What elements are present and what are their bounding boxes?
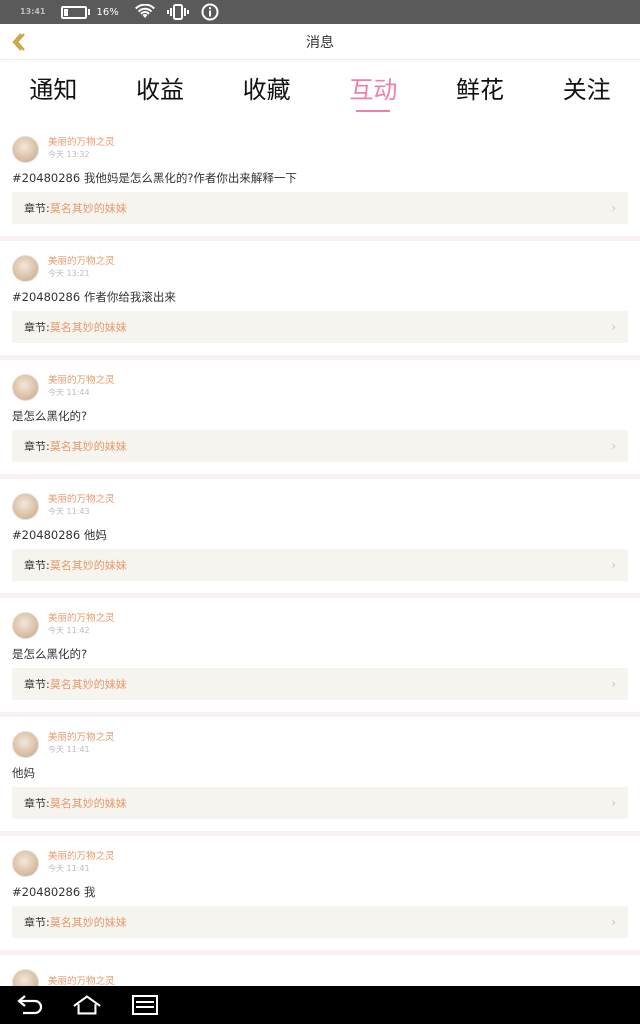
message-time: 今天 11:41 [48, 864, 90, 873]
message-card: 美丽的万物之灵 今天 13:32 #20480286 我他妈是怎么黑化的?作者你出… [0, 122, 640, 236]
active-tab-indicator [356, 110, 391, 112]
message-time: 今天 13:32 [48, 150, 90, 159]
message-card: 美丽的万物之灵 今天 11:43 #20480286 他妈 章节: 莫名其妙的妹妹 › [0, 479, 640, 593]
back-button[interactable] [6, 30, 30, 54]
username[interactable]: 美丽的万物之灵 [48, 256, 115, 268]
chevron-right-icon: › [611, 320, 616, 334]
chapter-name: 莫名其妙的妹妹 [49, 797, 127, 810]
tab-favorites[interactable]: 收藏 [213, 60, 320, 122]
avatar[interactable] [12, 611, 39, 639]
home-nav-button[interactable] [72, 990, 102, 1020]
message-card: 美丽的万物之灵 今天 11:41 他妈 章节: 莫名其妙的妹妹 › [0, 717, 640, 831]
avatar[interactable] [12, 254, 39, 282]
avatar[interactable] [12, 373, 39, 401]
message-list[interactable]: 美丽的万物之灵 今天 13:32 #20480286 我他妈是怎么黑化的?作者你出… [0, 122, 640, 986]
chevron-left-icon [12, 33, 25, 51]
message-content[interactable]: #20480286 他妈 [12, 525, 628, 547]
tab-flowers[interactable]: 鲜花 [427, 60, 534, 122]
back-arrow-icon [17, 995, 43, 1015]
chapter-prefix: 章节: [24, 321, 50, 334]
message-content[interactable]: 他妈 [12, 763, 628, 785]
username[interactable]: 美丽的万物之灵 [48, 976, 115, 986]
message-card: 美丽的万物之灵 今天 13:21 #20480286 作者你给我滚出来 章节: 莫名… [0, 241, 640, 355]
chapter-link[interactable]: 章节: 莫名其妙的妹妹 › [12, 787, 628, 819]
chevron-right-icon: › [611, 558, 616, 572]
message-time: 今天 11:44 [48, 388, 90, 397]
avatar[interactable] [12, 730, 39, 758]
vibrate-icon [166, 4, 189, 20]
username[interactable]: 美丽的万物之灵 [48, 137, 115, 149]
status-time: 13:41 [20, 7, 46, 16]
chapter-name: 莫名其妙的妹妹 [49, 916, 127, 929]
message-content[interactable]: #20480286 我他妈是怎么黑化的?作者你出来解释一下 [12, 168, 628, 190]
message-card: 美丽的万物之灵 [0, 955, 640, 986]
username[interactable]: 美丽的万物之灵 [48, 851, 115, 863]
avatar[interactable] [12, 849, 39, 877]
status-bar: 13:41 16% [0, 0, 640, 24]
chapter-prefix: 章节: [24, 202, 50, 215]
chapter-link[interactable]: 章节: 莫名其妙的妹妹 › [12, 906, 628, 938]
chevron-right-icon: › [611, 201, 616, 215]
chapter-link[interactable]: 章节: 莫名其妙的妹妹 › [12, 192, 628, 224]
wifi-icon [134, 4, 155, 20]
message-card: 美丽的万物之灵 今天 11:41 #20480286 我 章节: 莫名其妙的妹妹 › [0, 836, 640, 950]
message-time: 今天 11:43 [48, 507, 90, 516]
message-content[interactable]: #20480286 我 [12, 882, 628, 904]
chapter-name: 莫名其妙的妹妹 [49, 440, 127, 453]
username[interactable]: 美丽的万物之灵 [48, 375, 115, 387]
chapter-prefix: 章节: [24, 797, 50, 810]
message-content[interactable]: #20480286 作者你给我滚出来 [12, 287, 628, 309]
chapter-prefix: 章节: [24, 678, 50, 691]
chapter-link[interactable]: 章节: 莫名其妙的妹妹 › [12, 549, 628, 581]
recents-icon [132, 995, 158, 1015]
message-time: 今天 13:21 [48, 269, 90, 278]
message-time: 今天 11:42 [48, 626, 90, 635]
chapter-prefix: 章节: [24, 916, 50, 929]
home-icon [73, 995, 101, 1015]
username[interactable]: 美丽的万物之灵 [48, 732, 115, 744]
chevron-right-icon: › [611, 677, 616, 691]
chapter-name: 莫名其妙的妹妹 [49, 559, 127, 572]
username[interactable]: 美丽的万物之灵 [48, 494, 115, 506]
page-title: 消息 [306, 34, 334, 51]
avatar[interactable] [12, 492, 39, 520]
chapter-link[interactable]: 章节: 莫名其妙的妹妹 › [12, 430, 628, 462]
battery-percent: 16% [96, 6, 119, 18]
message-card: 美丽的万物之灵 今天 11:44 是怎么黑化的? 章节: 莫名其妙的妹妹 › [0, 360, 640, 474]
chapter-name: 莫名其妙的妹妹 [49, 678, 127, 691]
system-nav-bar [0, 986, 640, 1024]
chapter-prefix: 章节: [24, 440, 50, 453]
tab-notification[interactable]: 通知 [0, 60, 107, 122]
avatar[interactable] [12, 968, 39, 986]
tab-follow[interactable]: 关注 [533, 60, 640, 122]
chevron-right-icon: › [611, 796, 616, 810]
chapter-link[interactable]: 章节: 莫名其妙的妹妹 › [12, 668, 628, 700]
nav-header: 消息 [0, 24, 640, 60]
message-time: 今天 11:41 [48, 745, 90, 754]
chapter-name: 莫名其妙的妹妹 [49, 321, 127, 334]
chapter-prefix: 章节: [24, 559, 50, 572]
chapter-name: 莫名其妙的妹妹 [49, 202, 127, 215]
tab-bar: 通知 收益 收藏 互动 鲜花 关注 [0, 60, 640, 122]
message-content[interactable]: 是怎么黑化的? [12, 644, 628, 666]
battery-icon [61, 5, 91, 19]
tab-interaction[interactable]: 互动 [320, 60, 427, 122]
tab-earnings[interactable]: 收益 [107, 60, 214, 122]
avatar[interactable] [12, 135, 39, 163]
info-icon [201, 3, 219, 21]
username[interactable]: 美丽的万物之灵 [48, 613, 115, 625]
recents-nav-button[interactable] [130, 990, 160, 1020]
message-card: 美丽的万物之灵 今天 11:42 是怎么黑化的? 章节: 莫名其妙的妹妹 › [0, 598, 640, 712]
chevron-right-icon: › [611, 439, 616, 453]
chevron-right-icon: › [611, 915, 616, 929]
chapter-link[interactable]: 章节: 莫名其妙的妹妹 › [12, 311, 628, 343]
back-nav-button[interactable] [14, 990, 44, 1020]
message-content[interactable]: 是怎么黑化的? [12, 406, 628, 428]
